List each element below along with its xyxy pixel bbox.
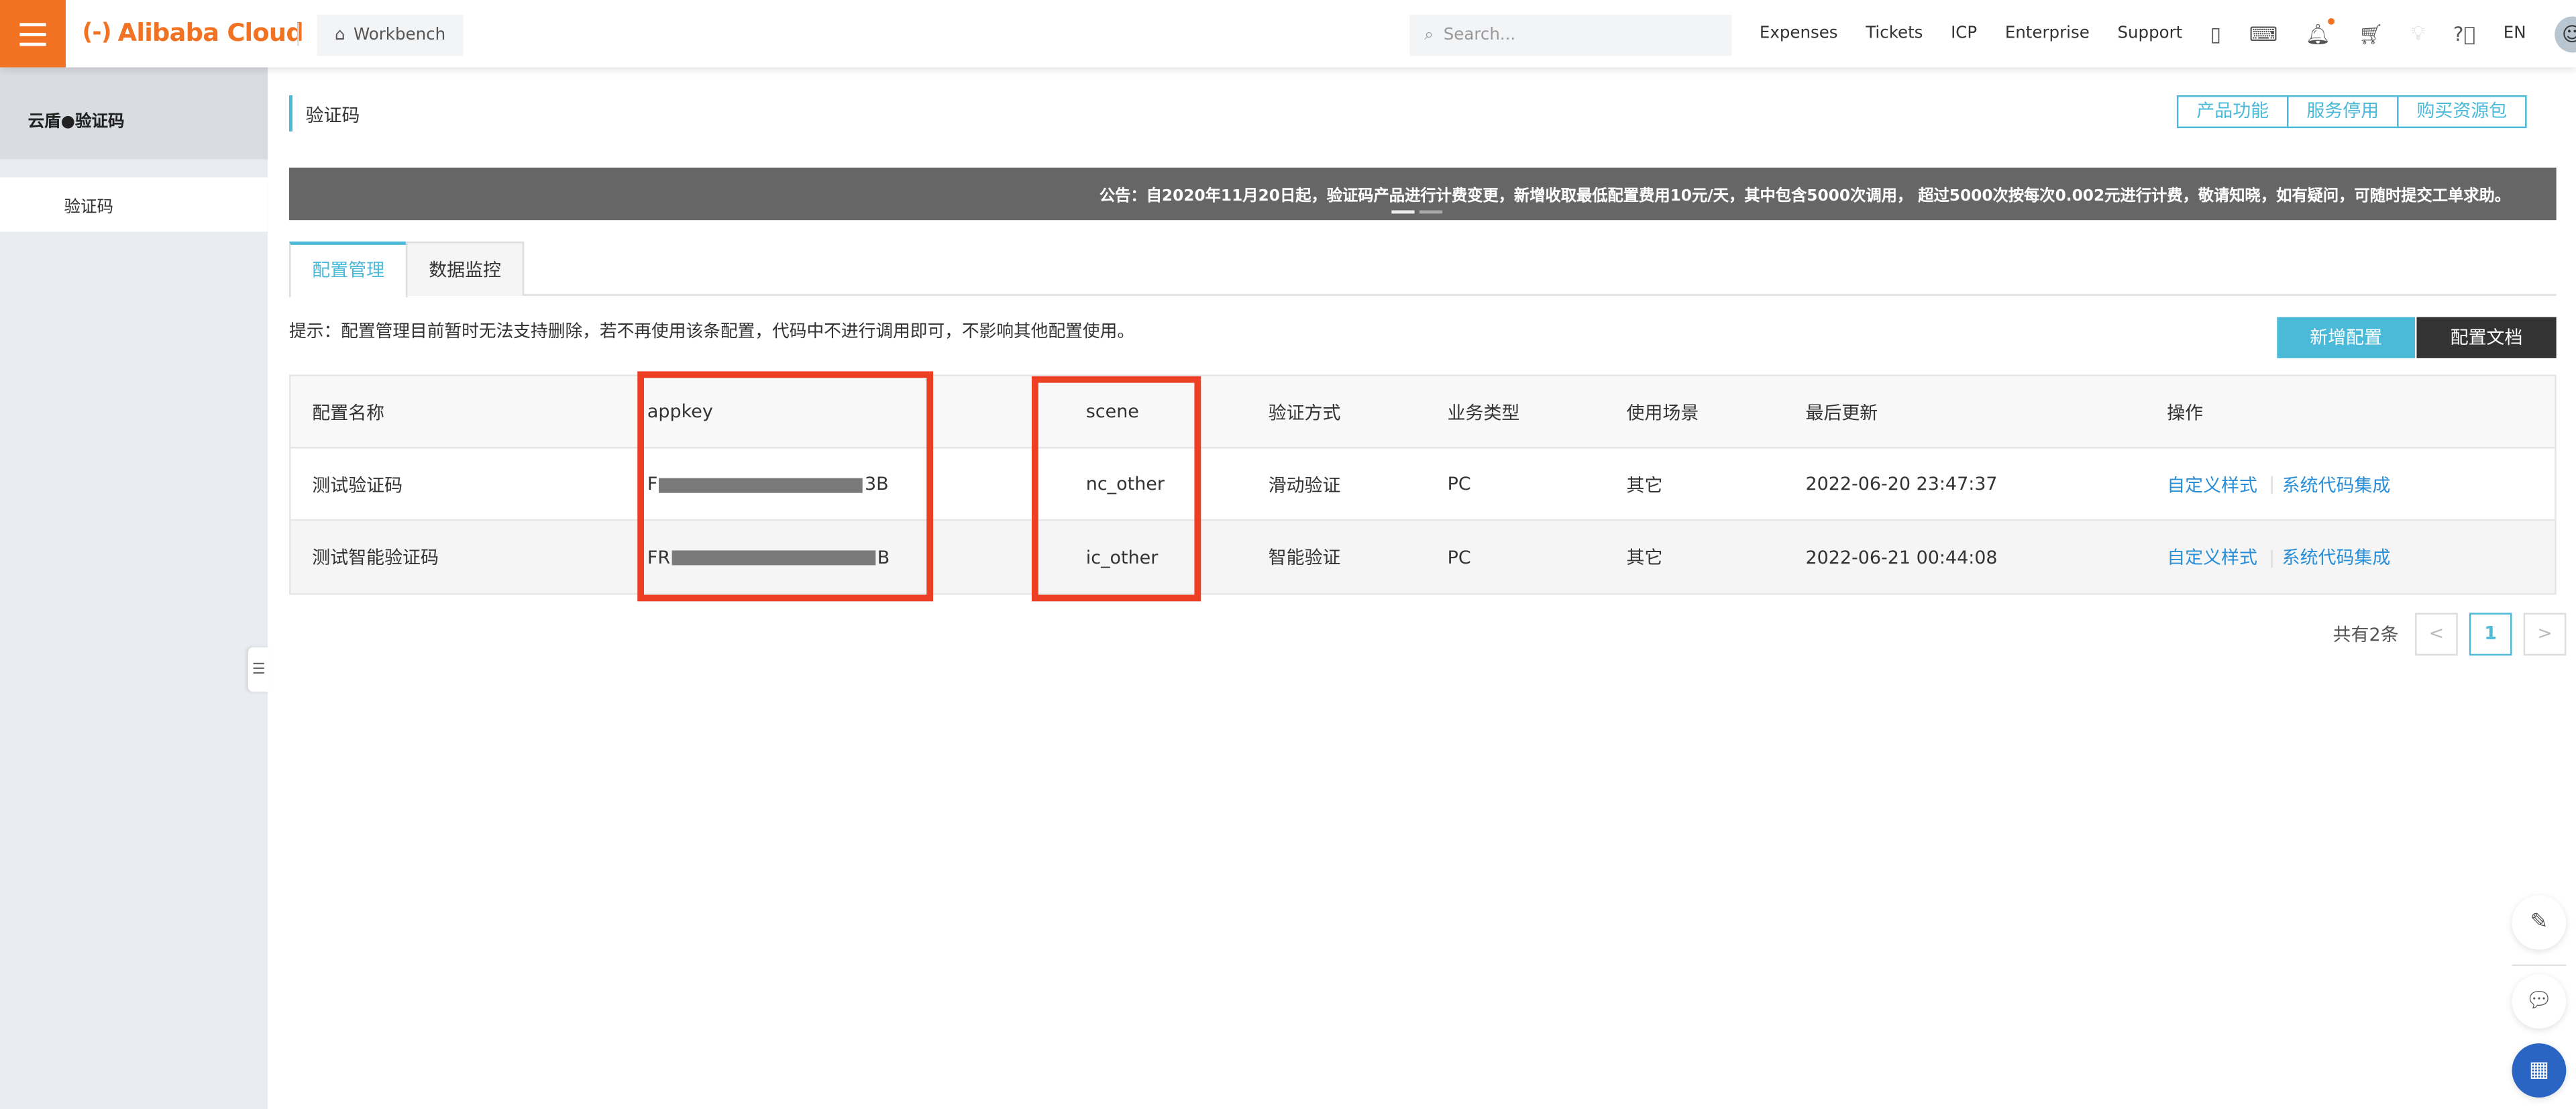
chat-icon[interactable]: 💬︎ <box>2512 974 2567 1029</box>
sidebar-title: 云盾●验证码 <box>0 67 268 160</box>
add-config-button[interactable]: 新增配置 <box>2277 317 2416 358</box>
code-integration-link[interactable]: 系统代码集成 <box>2282 471 2391 497</box>
nav-support[interactable]: Support <box>2117 25 2182 43</box>
service-stop-button[interactable]: 服务停用 <box>2287 95 2399 129</box>
buy-package-button[interactable]: 购买资源包 <box>2397 95 2527 129</box>
method: 滑动验证 <box>1268 474 1341 496</box>
nav-expenses[interactable]: Expenses <box>1760 25 1838 43</box>
custom-style-link[interactable]: 自定义样式 <box>2167 471 2257 497</box>
biz-type: PC <box>1447 473 1471 495</box>
terminal-icon[interactable]: ⌨ <box>2249 22 2277 45</box>
tabs: 配置管理 数据监控 <box>289 242 2557 298</box>
table-header: 配置名称 appkey scene 验证方式 业务类型 使用场景 最后更新 操作 <box>290 376 2555 449</box>
search-placeholder: Search... <box>1443 26 1516 45</box>
prev-page-button[interactable]: < <box>2415 613 2458 656</box>
search-input[interactable]: ⌕ Search... <box>1409 15 1732 56</box>
nav-icp[interactable]: ICP <box>1951 25 1977 43</box>
config-table: 配置名称 appkey scene 验证方式 业务类型 使用场景 最后更新 操作… <box>289 374 2557 595</box>
col-updated: 最后更新 <box>1805 401 1878 423</box>
workbench-button[interactable]: ⌂ Workbench <box>317 15 464 56</box>
config-name: 测试验证码 <box>312 474 403 496</box>
apps-icon[interactable]: ▦ <box>2512 1043 2567 1098</box>
top-nav: Expenses Tickets ICP Enterprise Support … <box>1760 0 2576 67</box>
usage: 其它 <box>1626 474 1663 496</box>
bell-icon[interactable]: 🔔︎ <box>2306 17 2334 45</box>
table-row: 测试验证码 F 3B nc_other 滑动验证 PC 其它 2022-06-20… <box>290 449 2555 521</box>
col-method: 验证方式 <box>1268 401 1341 423</box>
col-actions: 操作 <box>2167 401 2204 423</box>
total-count: 共有2条 <box>2332 624 2399 646</box>
custom-style-link[interactable]: 自定义样式 <box>2167 544 2257 570</box>
nav-enterprise[interactable]: Enterprise <box>2005 25 2090 43</box>
pagination: 共有2条 < 1 > <box>2332 613 2567 656</box>
highlight-scene <box>1031 376 1201 602</box>
method: 智能验证 <box>1268 547 1341 569</box>
divider <box>297 23 299 46</box>
sidebar: 云盾●验证码 验证码 <box>0 67 268 1109</box>
language-switch[interactable]: EN <box>2504 25 2526 43</box>
avatar[interactable]: ☺ <box>2554 15 2576 52</box>
nav-tickets[interactable]: Tickets <box>1866 25 1923 43</box>
divider <box>2512 964 2567 967</box>
col-name: 配置名称 <box>312 401 385 423</box>
biz-type: PC <box>1447 546 1471 568</box>
tab-config[interactable]: 配置管理 <box>289 242 408 298</box>
divider: | <box>2269 473 2275 495</box>
col-biz: 业务类型 <box>1447 401 1520 423</box>
hint-text: 提示：配置管理目前暂时无法支持删除，若不再使用该条配置，代码中不进行调用即可，不… <box>289 322 1135 342</box>
collapse-sidebar-icon[interactable]: ☰ <box>248 647 270 692</box>
next-page-button[interactable]: > <box>2523 613 2567 656</box>
sidebar-item-captcha[interactable]: 验证码 <box>0 177 268 232</box>
usage: 其它 <box>1626 547 1663 569</box>
edit-icon[interactable]: ✎ <box>2512 895 2567 950</box>
logo-icon: (-) <box>82 19 111 46</box>
workbench-label: Workbench <box>353 26 446 45</box>
updated: 2022-06-21 00:44:08 <box>1805 546 1998 568</box>
product-features-button[interactable]: 产品功能 <box>2176 95 2289 129</box>
carousel-indicator[interactable] <box>1391 210 1443 214</box>
page-1-button[interactable]: 1 <box>2469 613 2512 656</box>
bulb-icon[interactable]: 💡︎ <box>2412 21 2426 46</box>
search-icon: ⌕ <box>1424 26 1434 45</box>
divider: | <box>2269 546 2275 568</box>
page-title: 验证码 <box>289 95 360 131</box>
brand-logo[interactable]: (-) Alibaba Cloud <box>82 18 303 48</box>
help-icon[interactable]: ?⃝ <box>2453 22 2475 45</box>
col-usage: 使用场景 <box>1626 401 1699 423</box>
home-icon: ⌂ <box>335 26 345 45</box>
top-bar: (-) Alibaba Cloud ⌂ Workbench ⌕ Search... E… <box>0 0 2576 68</box>
cart-icon[interactable]: 🛒︎ <box>2359 22 2383 45</box>
config-docs-button[interactable]: 配置文档 <box>2416 317 2557 358</box>
highlight-appkey <box>637 371 934 602</box>
tab-monitor[interactable]: 数据监控 <box>405 242 525 296</box>
page-actions: 产品功能 服务停用 购买资源包 <box>2176 95 2527 129</box>
brand-name: Alibaba Cloud <box>117 17 304 48</box>
table-row: 测试智能验证码 FR B ic_other 智能验证 PC 其它 2022-06-… <box>290 521 2555 594</box>
app-icon[interactable]: ▯ <box>2210 22 2221 45</box>
menu-button[interactable] <box>0 0 66 68</box>
config-name: 测试智能验证码 <box>312 547 439 569</box>
code-integration-link[interactable]: 系统代码集成 <box>2282 544 2391 570</box>
updated: 2022-06-20 23:47:37 <box>1805 473 1998 495</box>
